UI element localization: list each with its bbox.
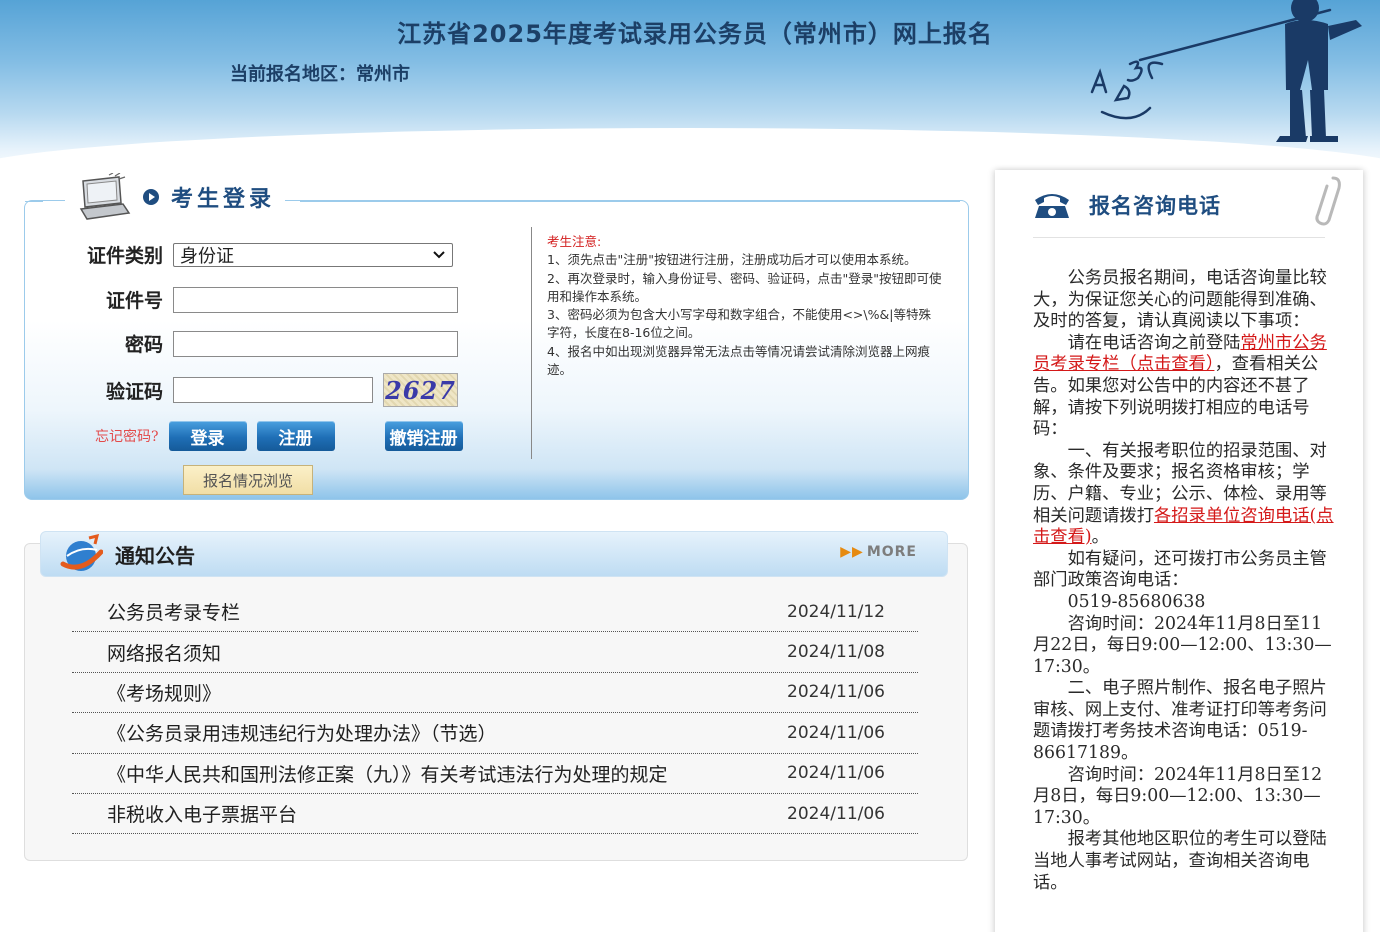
computer-icon: [79, 173, 131, 220]
consult-text: 请在电话咨询之前登陆: [1067, 332, 1241, 353]
captcha-row: 验证码 2627: [25, 373, 458, 407]
captcha-input[interactable]: [173, 377, 373, 403]
notice-title: 考生注意:: [547, 234, 602, 249]
login-header: 考生登录: [65, 173, 286, 221]
cancel-register-button[interactable]: 撤销注册: [384, 421, 463, 451]
consult-paragraph: 报考其他地区职位的考生可以登陆当地人事考试网站，查询相关咨询电话。: [1033, 829, 1327, 893]
double-arrow-icon: ▶▶: [840, 544, 864, 560]
announcement-header: 通知公告 ▶▶ MORE: [40, 531, 948, 577]
announcement-item[interactable]: 非税收入电子票据平台 2024/11/06: [72, 794, 918, 835]
id-number-label: 证件号: [105, 290, 163, 312]
notice-divider: [531, 227, 532, 459]
register-button[interactable]: 注册: [256, 421, 335, 451]
announcement-item-title[interactable]: 公务员考录专栏: [72, 598, 240, 625]
announcement-item[interactable]: 公务员考录专栏 2024/11/12: [72, 592, 918, 633]
notice-item: 4、报名中如出现浏览器异常无法点击等情况请尝试清除浏览器上网痕迹。: [547, 343, 930, 377]
page-header: 江苏省2025年度考试录用公务员（常州市）网上报名 当前报名地区：常州市: [0, 0, 1380, 175]
announcement-list: 公务员考录专栏 2024/11/12 网络报名须知 2024/11/08 《考场…: [72, 592, 918, 835]
announcement-item-title[interactable]: 非税收入电子票据平台: [72, 800, 297, 827]
login-title: 考生登录: [171, 187, 276, 212]
announcement-item-title[interactable]: 网络报名须知: [72, 639, 221, 666]
captcha-label: 验证码: [105, 380, 163, 403]
consult-paragraph: 咨询时间：2024年11月8日至11月22日，每日9:00—12:00、13:3…: [1033, 613, 1332, 677]
announcement-item-title[interactable]: 《考场规则》: [72, 679, 221, 706]
announcement-item-date: 2024/11/08: [787, 642, 885, 663]
consult-paragraph: 请在电话咨询之前登陆常州市公务员考录专栏（点击查看），查看相关公告。如果您对公告…: [1033, 333, 1338, 441]
consultation-divider: [1033, 237, 1325, 238]
password-label: 密码: [124, 334, 163, 356]
id-type-label: 证件类别: [86, 245, 163, 267]
id-type-row: 证件类别 身份证: [25, 241, 453, 268]
login-notice: 考生注意: 1、须先点击"注册"按钮进行注册，注册成功后才可以使用本系统。 2、…: [547, 233, 942, 379]
consult-paragraph: 二、电子照片制作、报名电子照片审核、网上支付、准考证打印等考务问题请拨打考务技术…: [1033, 678, 1327, 764]
login-actions: 忘记密码? 登录 注册 撤销注册: [95, 421, 463, 451]
password-row: 密码: [25, 330, 458, 357]
paperclip-icon: [1315, 176, 1341, 226]
announcement-title: 通知公告: [115, 543, 195, 568]
announcement-item-date: 2024/11/12: [787, 601, 885, 622]
region-label: 当前报名地区：: [230, 64, 356, 85]
globe-icon: [60, 534, 103, 571]
announcement-item[interactable]: 《公务员录用违规违纪行为处理办法》（节选） 2024/11/06: [72, 713, 918, 754]
login-button[interactable]: 登录: [168, 421, 247, 451]
login-panel: 考生登录 证件类别 身份证 证件号 密码 验证码 2627 忘记密码? 登录 注…: [24, 173, 969, 500]
more-label: MORE: [866, 544, 917, 560]
id-type-value: 身份证: [180, 245, 234, 267]
forgot-password-link[interactable]: 忘记密码?: [95, 426, 159, 446]
announcement-item[interactable]: 《中华人民共和国刑法修正案（九）》有关考试违法行为处理的规定 2024/11/0…: [72, 754, 918, 794]
consult-paragraph: 一、有关报考职位的招录范围、对象、条件及要求；报名资格审核；学历、户籍、专业；公…: [1033, 441, 1338, 549]
announcement-item-date: 2024/11/06: [787, 803, 885, 824]
id-type-select[interactable]: 身份证: [173, 242, 453, 267]
notice-item: 3、密码必须为包含大小写字母和数字组合，不能使用<>\%&|等特殊字符，长度在8…: [547, 307, 931, 341]
consultation-panel: 报名咨询电话 公务员报名期间，电话咨询量比较大，为保证您关心的问题能得到准确、及…: [995, 170, 1363, 932]
more-link[interactable]: ▶▶ MORE: [840, 544, 917, 560]
panel-border-line: [300, 201, 960, 202]
chevron-down-icon: [433, 250, 445, 258]
consultation-body: 公务员报名期间，电话咨询量比较大，为保证您关心的问题能得到准确、及时的答复，请认…: [1033, 268, 1338, 894]
policy-phone: 0519-85680638: [1067, 591, 1206, 612]
consult-paragraph: 咨询时间：2024年11月8日至12月8日，每日9:00—12:00、13:30…: [1033, 764, 1323, 828]
announcement-item-date: 2024/11/06: [787, 682, 885, 703]
consultation-title: 报名咨询电话: [1089, 194, 1221, 218]
student-figure-illustration: [1090, 0, 1362, 142]
announcement-item-title[interactable]: 《公务员录用违规违纪行为处理办法》（节选）: [72, 719, 497, 746]
id-number-row: 证件号: [25, 286, 458, 313]
announcement-item-date: 2024/11/06: [787, 722, 885, 743]
announcement-item-date: 2024/11/06: [787, 763, 885, 784]
current-region: 当前报名地区：常州市: [230, 60, 410, 86]
notice-item: 2、再次登录时，输入身份证号、密码、验证码，点击"登录"按钮即可使用和操作本系统…: [547, 270, 942, 304]
panel-border-line: [25, 201, 43, 202]
password-input[interactable]: [173, 330, 458, 357]
consult-paragraph: 如有疑问，还可拨打市公务员主管部门政策咨询电话：: [1033, 548, 1327, 591]
captcha-image[interactable]: 2627: [383, 373, 458, 407]
announcement-item-title[interactable]: 《中华人民共和国刑法修正案（九）》有关考试违法行为处理的规定: [72, 760, 668, 787]
announcement-item[interactable]: 网络报名须知 2024/11/08: [72, 632, 918, 673]
region-value: 常州市: [356, 64, 410, 85]
play-bullet-icon: [143, 189, 159, 205]
consult-paragraph: 公务员报名期间，电话咨询量比较大，为保证您关心的问题能得到准确、及时的答复，请认…: [1033, 268, 1327, 332]
consult-text: 。: [1091, 527, 1109, 548]
id-number-input[interactable]: [173, 286, 458, 313]
consultation-header: 报名咨询电话: [995, 170, 1363, 240]
notice-item: 1、须先点击"注册"按钮进行注册，注册成功后才可以使用本系统。: [547, 252, 917, 268]
registration-browse-button[interactable]: 报名情况浏览: [183, 465, 313, 495]
announcement-item[interactable]: 《考场规则》 2024/11/06: [72, 673, 918, 714]
phone-icon: [1035, 194, 1069, 218]
